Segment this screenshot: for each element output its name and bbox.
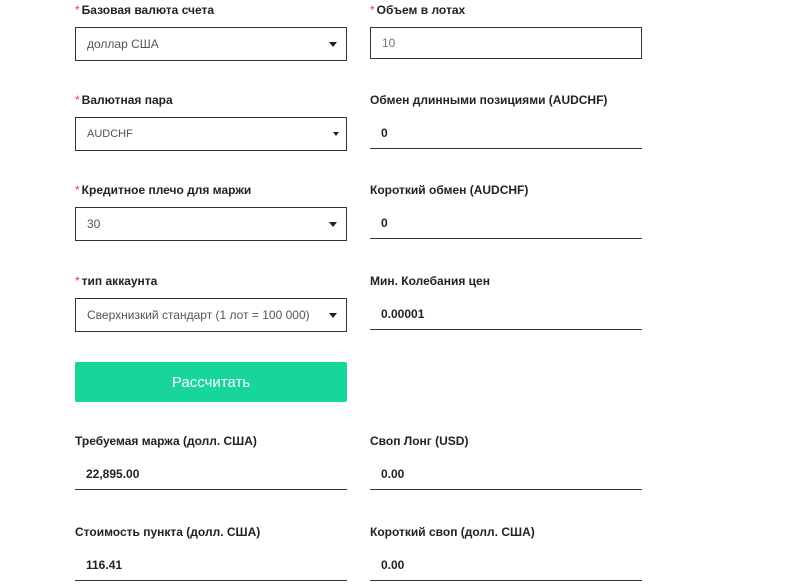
base-currency-select[interactable]: доллар США [75,27,347,61]
required-mark: * [75,93,80,107]
min-price-fluctuation-input[interactable]: 0.00001 [370,298,642,330]
account-type-label-text: тип аккаунта [81,274,158,288]
required-mark: * [75,183,80,197]
pip-value-label: Стоимость пункта (долл. США) [75,525,261,539]
account-type-select[interactable]: Сверхнизкий стандарт (1 лот = 100 000) [75,298,347,332]
lot-volume-label-text: Объем в лотах [376,3,466,17]
required-margin-label: Требуемая маржа (долл. США) [75,434,257,448]
required-mark: * [75,3,80,17]
base-currency-label: * Базовая валюта счета [75,2,214,18]
leverage-value: 30 [87,217,101,231]
swap-short-label: Короткий своп (долл. США) [370,525,535,539]
min-price-fluctuation-value: 0.00001 [381,307,425,321]
currency-pair-label-text: Валютная пара [81,93,173,107]
swap-long-value: 0.00 [381,467,405,481]
base-currency-value: доллар США [87,37,159,51]
long-swap-exchange-value: 0 [381,126,388,140]
short-swap-exchange-label: Короткий обмен (AUDCHF) [370,183,529,197]
leverage-label: * Кредитное плечо для маржи [75,182,251,198]
account-type-value: Сверхнизкий стандарт (1 лот = 100 000) [87,308,310,322]
calculate-button[interactable]: Рассчитать [75,362,347,402]
leverage-label-text: Кредитное плечо для маржи [81,183,252,197]
chevron-down-icon [333,132,339,136]
currency-pair-label: * Валютная пара [75,92,173,108]
short-swap-exchange-value: 0 [381,216,388,230]
chevron-down-icon [329,42,337,47]
long-swap-exchange-input[interactable]: 0 [370,117,642,149]
long-swap-exchange-label: Обмен длинными позициями (AUDCHF) [370,93,608,107]
lot-volume-input[interactable] [370,27,642,59]
pip-value-value: 116.41 [86,558,123,572]
required-margin-output: 22,895.00 [75,458,347,490]
short-swap-exchange-input[interactable]: 0 [370,207,642,239]
swap-short-value: 0.00 [381,558,405,572]
lot-volume-label: * Объем в лотах [370,2,465,18]
leverage-select[interactable]: 30 [75,207,347,241]
chevron-down-icon [329,313,337,318]
required-mark: * [370,3,375,17]
currency-pair-value: AUDCHF [87,128,133,140]
base-currency-label-text: Базовая валюта счета [81,3,215,17]
min-price-fluctuation-label: Мин. Колебания цен [370,274,490,288]
chevron-down-icon [329,222,337,227]
swap-long-output: 0.00 [370,458,642,490]
required-margin-value: 22,895.00 [86,467,140,481]
required-mark: * [75,274,80,288]
account-type-label: * тип аккаунта [75,273,157,289]
swap-long-label: Своп Лонг (USD) [370,434,469,448]
pip-value-output: 116.41 [75,549,347,581]
currency-pair-select[interactable]: AUDCHF [75,117,347,151]
swap-short-output: 0.00 [370,549,642,581]
